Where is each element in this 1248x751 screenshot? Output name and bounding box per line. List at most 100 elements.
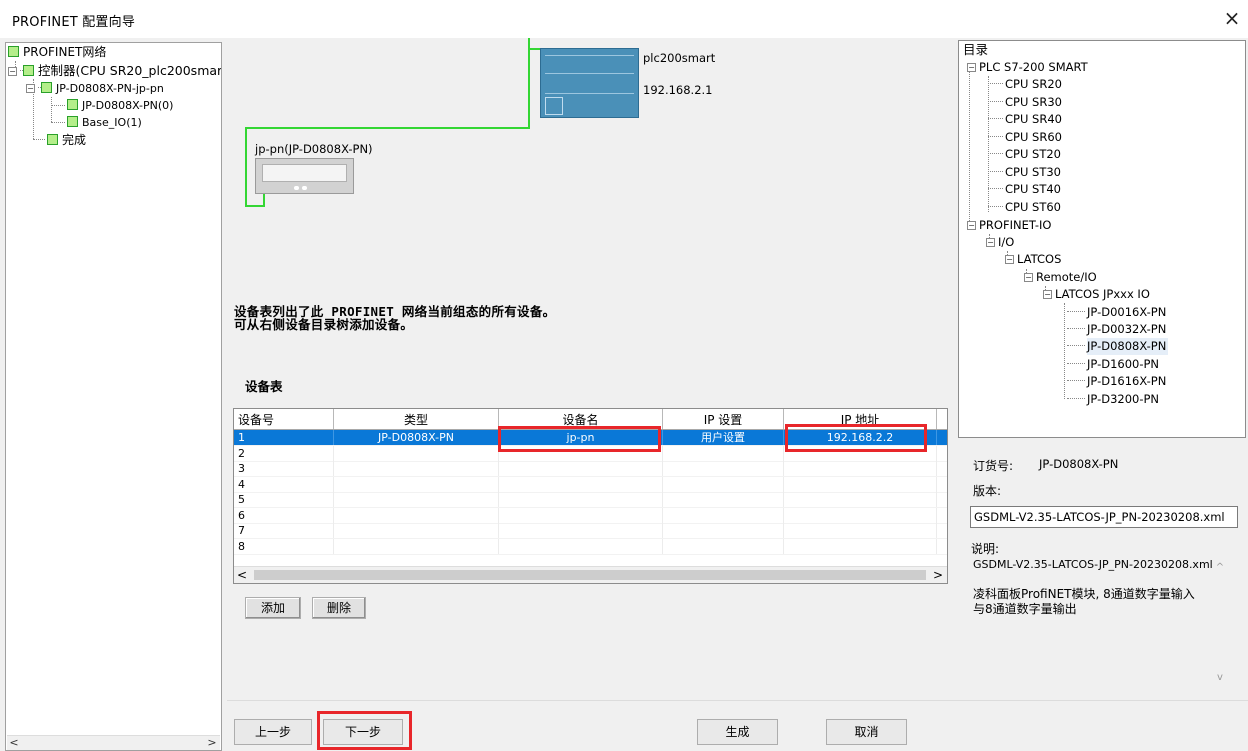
column-header-ip-address[interactable]: IP 地址 (784, 409, 937, 429)
cell-ip-setting[interactable] (663, 507, 784, 523)
cell-ip[interactable]: 192.168.2.2 (784, 430, 937, 445)
scroll-up-icon[interactable]: ^ (1212, 560, 1228, 576)
tree-item-module-1[interactable]: Base_IO(1) (67, 114, 142, 131)
scroll-left-icon[interactable]: < (234, 567, 250, 583)
table-row[interactable]: 2 (234, 445, 947, 462)
close-icon[interactable]: × (1221, 6, 1243, 30)
cell-ip-setting[interactable] (663, 523, 784, 538)
cell-name[interactable] (499, 476, 663, 492)
delete-button[interactable]: 删除 (312, 597, 366, 619)
catalog-item[interactable]: 目录 (963, 41, 988, 58)
table-row[interactable]: 3 (234, 461, 947, 477)
collapse-icon[interactable]: − (8, 67, 17, 76)
cell-no[interactable]: 3 (234, 461, 334, 476)
scroll-right-icon[interactable]: > (205, 736, 219, 750)
catalog-item[interactable]: − PLC S7-200 SMART (967, 59, 1088, 76)
cell-name[interactable] (499, 445, 663, 461)
cell-type[interactable] (334, 461, 499, 476)
collapse-icon[interactable]: − (1024, 273, 1033, 282)
collapse-icon[interactable]: − (26, 84, 35, 93)
collapse-icon[interactable]: − (1005, 255, 1014, 264)
catalog-item[interactable]: CPU SR30 (988, 94, 1062, 111)
cell-ip-setting[interactable] (663, 476, 784, 492)
catalog-item[interactable]: − I/O (986, 234, 1014, 251)
cell-ip[interactable] (784, 523, 937, 538)
cancel-button[interactable]: 取消 (826, 719, 907, 745)
catalog-item[interactable]: JP-D0016X-PN (1067, 304, 1166, 321)
cell-type[interactable] (334, 538, 499, 554)
cell-type[interactable] (334, 476, 499, 492)
table-row[interactable]: 8 (234, 538, 947, 555)
cell-no[interactable]: 1 (234, 430, 334, 445)
cell-ip[interactable] (784, 476, 937, 492)
tree-item-module-0[interactable]: JP-D0808X-PN(0) (67, 97, 173, 114)
plc-device-icon[interactable] (540, 48, 639, 118)
catalog-item[interactable]: JP-D3200-PN (1067, 391, 1159, 408)
cell-type[interactable] (334, 523, 499, 538)
collapse-icon[interactable]: − (967, 63, 976, 72)
catalog-item[interactable]: CPU SR40 (988, 111, 1062, 128)
catalog-item[interactable]: CPU ST20 (988, 146, 1061, 163)
cell-no[interactable]: 6 (234, 507, 334, 523)
catalog-item[interactable]: CPU ST40 (988, 181, 1061, 198)
catalog-item[interactable]: CPU ST60 (988, 199, 1061, 216)
catalog-item[interactable]: JP-D0808X-PN (1067, 338, 1169, 355)
catalog-item[interactable]: CPU SR20 (988, 76, 1062, 93)
catalog-item[interactable]: JP-D1616X-PN (1067, 373, 1166, 390)
table-row[interactable]: 7 (234, 523, 947, 539)
table-row[interactable]: 5 (234, 492, 947, 508)
cell-type[interactable] (334, 492, 499, 507)
column-header-type[interactable]: 类型 (334, 409, 499, 429)
version-field[interactable]: GSDML-V2.35-LATCOS-JP_PN-20230208.xml (970, 506, 1238, 528)
cell-name[interactable] (499, 538, 663, 554)
scroll-down-icon[interactable]: v (1212, 670, 1228, 686)
description-scrollbar[interactable]: ^ v (1212, 552, 1228, 692)
catalog-item[interactable]: − LATCOS (1005, 251, 1061, 268)
column-header-device-name[interactable]: 设备名 (499, 409, 663, 429)
cell-no[interactable]: 4 (234, 476, 334, 492)
table-row[interactable]: 4 (234, 476, 947, 493)
collapse-icon[interactable]: − (967, 221, 976, 230)
cell-type[interactable] (334, 507, 499, 523)
cell-ip[interactable] (784, 507, 937, 523)
cell-name[interactable] (499, 461, 663, 476)
catalog-item[interactable]: CPU SR60 (988, 129, 1062, 146)
tree-item-controller[interactable]: − 控制器(CPU SR20_plc200smart) (8, 62, 221, 79)
generate-button[interactable]: 生成 (697, 719, 778, 745)
tree-item-io-device[interactable]: − JP-D0808X-PN-jp-pn (26, 80, 164, 97)
cell-no[interactable]: 8 (234, 538, 334, 554)
cell-ip-setting[interactable] (663, 538, 784, 554)
cell-ip-setting[interactable] (663, 461, 784, 476)
cell-name[interactable] (499, 523, 663, 538)
cell-ip[interactable] (784, 538, 937, 554)
scroll-left-icon[interactable]: < (7, 736, 21, 750)
catalog-item[interactable]: JP-D0032X-PN (1067, 321, 1166, 338)
scrollbar-thumb[interactable] (254, 570, 926, 580)
tree-item-finish[interactable]: 完成 (47, 132, 86, 149)
tree-item-profinet-network[interactable]: PROFINET网络 (8, 44, 106, 61)
cell-ip-setting[interactable] (663, 492, 784, 507)
next-button[interactable]: 下一步 (323, 719, 403, 745)
column-header-device-no[interactable]: 设备号 (234, 409, 334, 429)
cell-ip-setting[interactable] (663, 445, 784, 461)
cell-type[interactable] (334, 445, 499, 461)
cell-ip[interactable] (784, 492, 937, 507)
catalog-item[interactable]: − Remote/IO (1024, 269, 1097, 286)
catalog-item[interactable]: − PROFINET-IO (967, 217, 1051, 234)
collapse-icon[interactable]: − (1043, 290, 1052, 299)
add-button[interactable]: 添加 (245, 597, 301, 619)
table-row[interactable]: 6 (234, 507, 947, 524)
scroll-right-icon[interactable]: > (930, 567, 946, 583)
cell-no[interactable]: 7 (234, 523, 334, 538)
cell-no[interactable]: 2 (234, 445, 334, 461)
cell-ip-setting[interactable]: 用户设置 (663, 430, 784, 445)
cell-type[interactable]: JP-D0808X-PN (334, 430, 499, 445)
cell-name[interactable] (499, 492, 663, 507)
io-device-icon[interactable] (255, 158, 354, 194)
collapse-icon[interactable]: − (986, 238, 995, 247)
cell-ip[interactable] (784, 445, 937, 461)
table-row[interactable]: 1 JP-D0808X-PN jp-pn 用户设置 192.168.2.2 (234, 430, 947, 446)
catalog-item[interactable]: − LATCOS JPxxx IO (1043, 286, 1150, 303)
table-horizontal-scrollbar[interactable]: < > (234, 566, 947, 583)
cell-name[interactable]: jp-pn (499, 430, 663, 445)
